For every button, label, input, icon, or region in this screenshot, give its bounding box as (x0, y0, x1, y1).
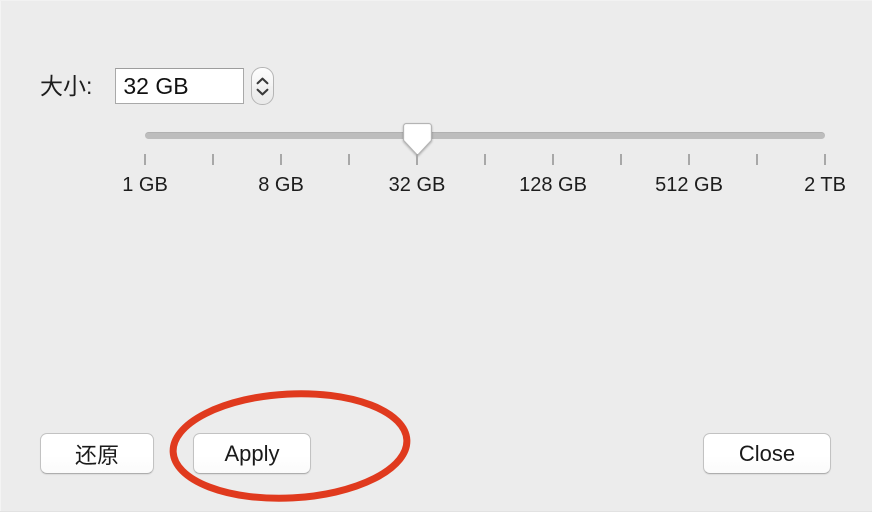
slider-tick (756, 154, 758, 165)
slider-ticks (144, 154, 826, 166)
size-stepper[interactable] (251, 67, 275, 105)
slider-tick (552, 154, 554, 165)
chevron-down-icon[interactable] (256, 88, 269, 96)
slider-tick (416, 154, 418, 165)
slider-tick (280, 154, 282, 165)
slider-tick (620, 154, 622, 165)
window-edge-top (0, 0, 872, 1)
revert-button[interactable]: 还原 (40, 433, 154, 474)
dialog-panel: 大小: 1 GB8 GB32 GB128 GB512 G (0, 0, 872, 512)
close-button[interactable]: Close (703, 433, 831, 474)
size-slider[interactable]: 1 GB 8 GB 32 GB 128 GB 512 GB 2 TB (122, 123, 846, 208)
slider-tick (688, 154, 690, 165)
slider-tick (144, 154, 146, 165)
slider-tick-label: 2 TB (804, 174, 846, 196)
window-edge-left (0, 0, 1, 512)
slider-tick-label: 128 GB (519, 174, 587, 196)
slider-tick (484, 154, 486, 165)
slider-tick-label: 512 GB (655, 174, 723, 196)
slider-tick-label: 8 GB (258, 174, 304, 196)
size-row: 大小: (40, 66, 275, 106)
apply-button[interactable]: Apply (193, 433, 311, 474)
slider-tick (824, 154, 826, 165)
slider-tick-label: 1 GB (122, 174, 168, 196)
size-input[interactable] (115, 68, 245, 104)
slider-tick-labels: 1 GB 8 GB 32 GB 128 GB 512 GB 2 TB (122, 172, 846, 200)
slider-track[interactable] (145, 132, 825, 139)
slider-tick (348, 154, 350, 165)
slider-tick-label: 32 GB (388, 174, 446, 196)
chevron-up-icon[interactable] (256, 77, 269, 85)
size-label: 大小: (40, 73, 93, 99)
slider-tick (212, 154, 214, 165)
slider-thumb[interactable] (402, 123, 432, 156)
